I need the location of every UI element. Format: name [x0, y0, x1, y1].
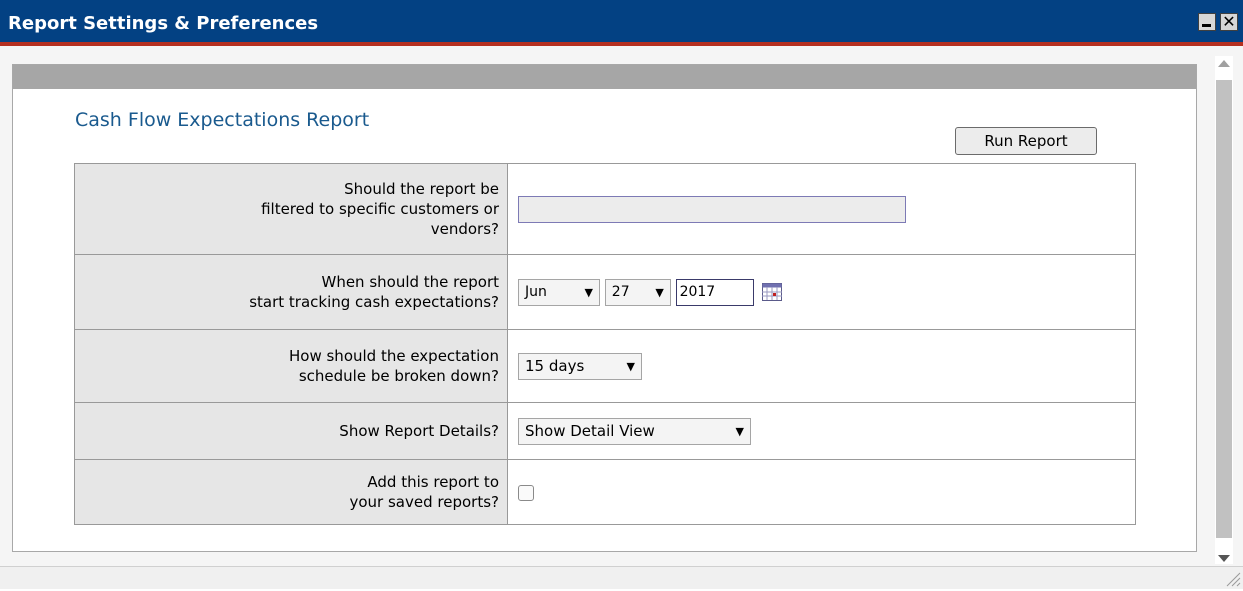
form-row-filter: Should the report be filtered to specifi… — [74, 163, 1136, 255]
start-date-control-cell: Jun ▼ 27 ▼ 2017 — [507, 254, 1136, 330]
form-row-schedule: How should the expectation schedule be b… — [74, 329, 1136, 403]
month-value: Jun — [525, 283, 547, 300]
schedule-label: How should the expectation schedule be b… — [74, 329, 508, 403]
minimize-icon[interactable] — [1198, 13, 1216, 31]
form-row-details: Show Report Details? Show Detail View ▼ — [74, 402, 1136, 460]
report-panel: Cash Flow Expectations Report Run Report… — [12, 64, 1197, 552]
schedule-control-cell: 15 days ▼ — [507, 329, 1136, 403]
detail-view-value: Show Detail View — [525, 421, 655, 440]
start-date-label-line: When should the report — [321, 273, 499, 291]
close-icon[interactable]: ✕ — [1220, 13, 1238, 31]
day-value: 27 — [611, 283, 630, 300]
month-select[interactable]: Jun ▼ — [518, 278, 600, 306]
schedule-label-line: How should the expectation — [289, 347, 499, 365]
form-row-save: Add this report to your saved reports? — [74, 459, 1136, 525]
chevron-down-icon: ▼ — [626, 359, 635, 373]
filter-control-cell — [507, 163, 1136, 255]
chevron-down-icon: ▼ — [655, 285, 664, 299]
start-date-label-line: start tracking cash expectations? — [249, 293, 499, 311]
calendar-icon[interactable] — [762, 283, 783, 301]
vertical-scrollbar[interactable] — [1215, 56, 1233, 564]
report-title: Cash Flow Expectations Report — [75, 109, 370, 131]
form-row-start-date: When should the report start tracking ca… — [74, 254, 1136, 330]
save-control-cell — [507, 459, 1136, 525]
start-date-label: When should the report start tracking ca… — [74, 254, 508, 330]
details-control-cell: Show Detail View ▼ — [507, 402, 1136, 460]
detail-view-select[interactable]: Show Detail View ▼ — [518, 417, 751, 445]
window-content: Cash Flow Expectations Report Run Report… — [0, 46, 1243, 588]
year-input[interactable]: 2017 — [675, 278, 754, 306]
scroll-up-icon[interactable] — [1218, 60, 1230, 67]
schedule-label-line: schedule be broken down? — [298, 367, 499, 385]
run-report-button[interactable]: Run Report — [955, 127, 1097, 155]
status-bar — [0, 566, 1243, 589]
window-titlebar: Report Settings & Preferences ✕ — [0, 0, 1243, 46]
panel-header-band — [13, 65, 1196, 89]
chevron-down-icon: ▼ — [584, 285, 593, 299]
filter-label-line: vendors? — [430, 220, 499, 238]
customer-vendor-filter-input[interactable] — [518, 195, 906, 223]
schedule-value: 15 days — [525, 356, 585, 375]
resize-grip-icon[interactable] — [1223, 569, 1241, 587]
schedule-select[interactable]: 15 days ▼ — [518, 352, 642, 380]
save-label-line: your saved reports? — [349, 493, 500, 511]
scrollbar-thumb[interactable] — [1216, 80, 1232, 538]
day-select[interactable]: 27 ▼ — [604, 278, 671, 306]
save-report-checkbox[interactable] — [518, 484, 534, 501]
scroll-down-icon[interactable] — [1218, 555, 1230, 562]
filter-label-line: Should the report be — [344, 180, 499, 198]
details-label: Show Report Details? — [74, 402, 508, 460]
window-title: Report Settings & Preferences — [8, 13, 319, 34]
filter-label: Should the report be filtered to specifi… — [74, 163, 508, 255]
save-label-line: Add this report to — [367, 473, 499, 491]
chevron-down-icon: ▼ — [735, 424, 744, 438]
filter-label-line: filtered to specific customers or — [261, 200, 499, 218]
details-label-line: Show Report Details? — [339, 422, 499, 440]
report-settings-form: Should the report be filtered to specifi… — [74, 163, 1136, 525]
save-label: Add this report to your saved reports? — [74, 459, 508, 525]
